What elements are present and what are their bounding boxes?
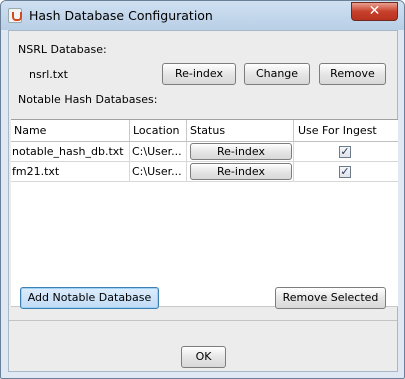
db-location-cell: C:\User...	[130, 142, 187, 161]
java-coffee-icon	[8, 8, 22, 23]
notable-hash-table: Name Location Status Use For Ingest nota…	[11, 119, 398, 307]
column-header-status[interactable]: Status	[187, 120, 294, 141]
notable-section-label: Notable Hash Databases:	[18, 93, 158, 106]
db-status-cell: Re-index	[187, 142, 294, 161]
nsrl-change-button[interactable]: Change	[244, 63, 310, 85]
use-for-ingest-checkbox[interactable]: ✓	[339, 146, 351, 158]
window-title: Hash Database Configuration	[29, 8, 213, 23]
close-button[interactable]: ✕	[351, 2, 398, 21]
separator	[9, 320, 397, 321]
ok-button[interactable]: OK	[181, 346, 226, 368]
db-ingest-cell: ✓	[294, 142, 398, 161]
db-status-cell: Re-index	[187, 162, 294, 181]
nsrl-remove-button[interactable]: Remove	[319, 63, 386, 85]
nsrl-section-label: NSRL Database:	[18, 43, 107, 56]
db-name-cell: fm21.txt	[11, 162, 130, 181]
hash-db-config-window: Hash Database Configuration ✕ NSRL Datab…	[0, 0, 405, 379]
row-reindex-button[interactable]: Re-index	[190, 163, 292, 180]
column-header-use-for-ingest[interactable]: Use For Ingest	[294, 120, 398, 141]
remove-selected-button[interactable]: Remove Selected	[275, 287, 386, 309]
table-row[interactable]: notable_hash_db.txt C:\User... Re-index …	[11, 142, 398, 162]
nsrl-reindex-button[interactable]: Re-index	[162, 63, 236, 85]
column-header-name[interactable]: Name	[11, 120, 130, 141]
title-bar[interactable]: Hash Database Configuration ✕	[1, 1, 404, 30]
db-location-cell: C:\User...	[130, 162, 187, 181]
nsrl-file-name: nsrl.txt	[29, 68, 68, 81]
column-header-location[interactable]: Location	[130, 120, 187, 141]
add-notable-database-button[interactable]: Add Notable Database	[20, 287, 159, 309]
table-row[interactable]: fm21.txt C:\User... Re-index ✓	[11, 162, 398, 182]
db-ingest-cell: ✓	[294, 162, 398, 181]
dialog-content: NSRL Database: nsrl.txt Re-index Change …	[8, 30, 398, 372]
db-name-cell: notable_hash_db.txt	[11, 142, 130, 161]
use-for-ingest-checkbox[interactable]: ✓	[339, 166, 351, 178]
row-reindex-button[interactable]: Re-index	[190, 143, 292, 160]
table-header: Name Location Status Use For Ingest	[11, 120, 398, 142]
